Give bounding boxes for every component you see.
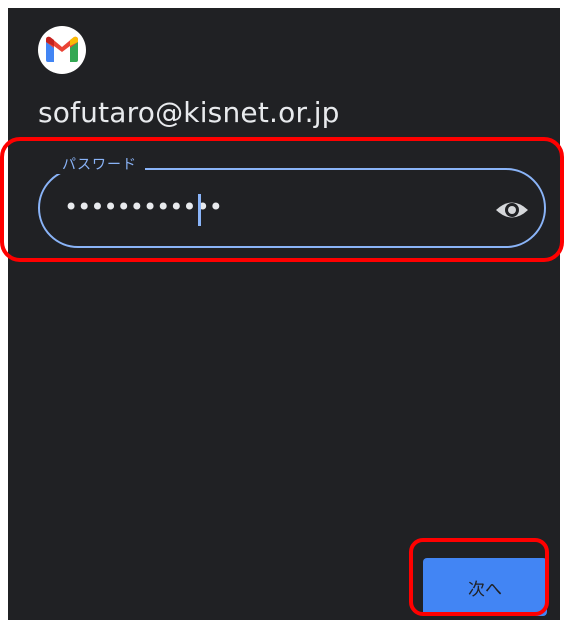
account-email: sofutaro@kisnet.or.jp	[38, 96, 340, 129]
password-label: パスワード	[54, 154, 145, 174]
password-input[interactable]: ••••••••••••	[38, 168, 546, 248]
next-button[interactable]: 次へ	[423, 558, 547, 616]
eye-icon[interactable]	[494, 192, 530, 228]
gmail-signin-screen: sofutaro@kisnet.or.jp •••••••••••• パスワード…	[8, 8, 560, 620]
gmail-logo-icon	[38, 26, 86, 74]
text-caret	[198, 194, 201, 226]
